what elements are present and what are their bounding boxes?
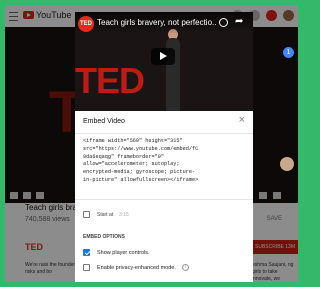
play-button-icon[interactable] (151, 48, 175, 65)
privacy-mode-label: Enable privacy-enhanced mode. (97, 265, 176, 271)
dialog-title: Embed Video (83, 118, 125, 125)
watch-later-icon[interactable] (219, 18, 228, 27)
info-icon[interactable]: i (182, 264, 189, 271)
divider (75, 199, 253, 200)
preview-title[interactable]: Teach girls bravery, not perfectio... (97, 18, 217, 27)
stage-letters: TED (75, 60, 145, 101)
side-avatar (280, 157, 294, 171)
start-at-checkbox[interactable] (83, 211, 90, 218)
start-at-label: Start at (97, 212, 114, 218)
privacy-mode-checkbox[interactable] (83, 264, 90, 271)
embed-video-dialog: Embed Video × <iframe width="560" height… (75, 111, 253, 282)
embed-code-textarea[interactable]: <iframe width="560" height="315" src="ht… (83, 138, 243, 195)
show-controls-checkbox[interactable] (83, 249, 90, 256)
embed-preview-video[interactable]: TED TED Teach girls bravery, not perfect… (75, 12, 253, 111)
share-icon[interactable]: ➦ (235, 16, 243, 27)
start-at-time[interactable]: 3:15 (119, 212, 129, 218)
divider (75, 133, 253, 134)
embed-options-heading: EMBED OPTIONS (83, 234, 125, 240)
close-icon[interactable]: × (239, 114, 245, 126)
channel-badge[interactable]: TED (78, 16, 94, 32)
show-controls-label: Show player controls. (97, 250, 150, 256)
side-badge-icon: 1 (283, 47, 294, 58)
